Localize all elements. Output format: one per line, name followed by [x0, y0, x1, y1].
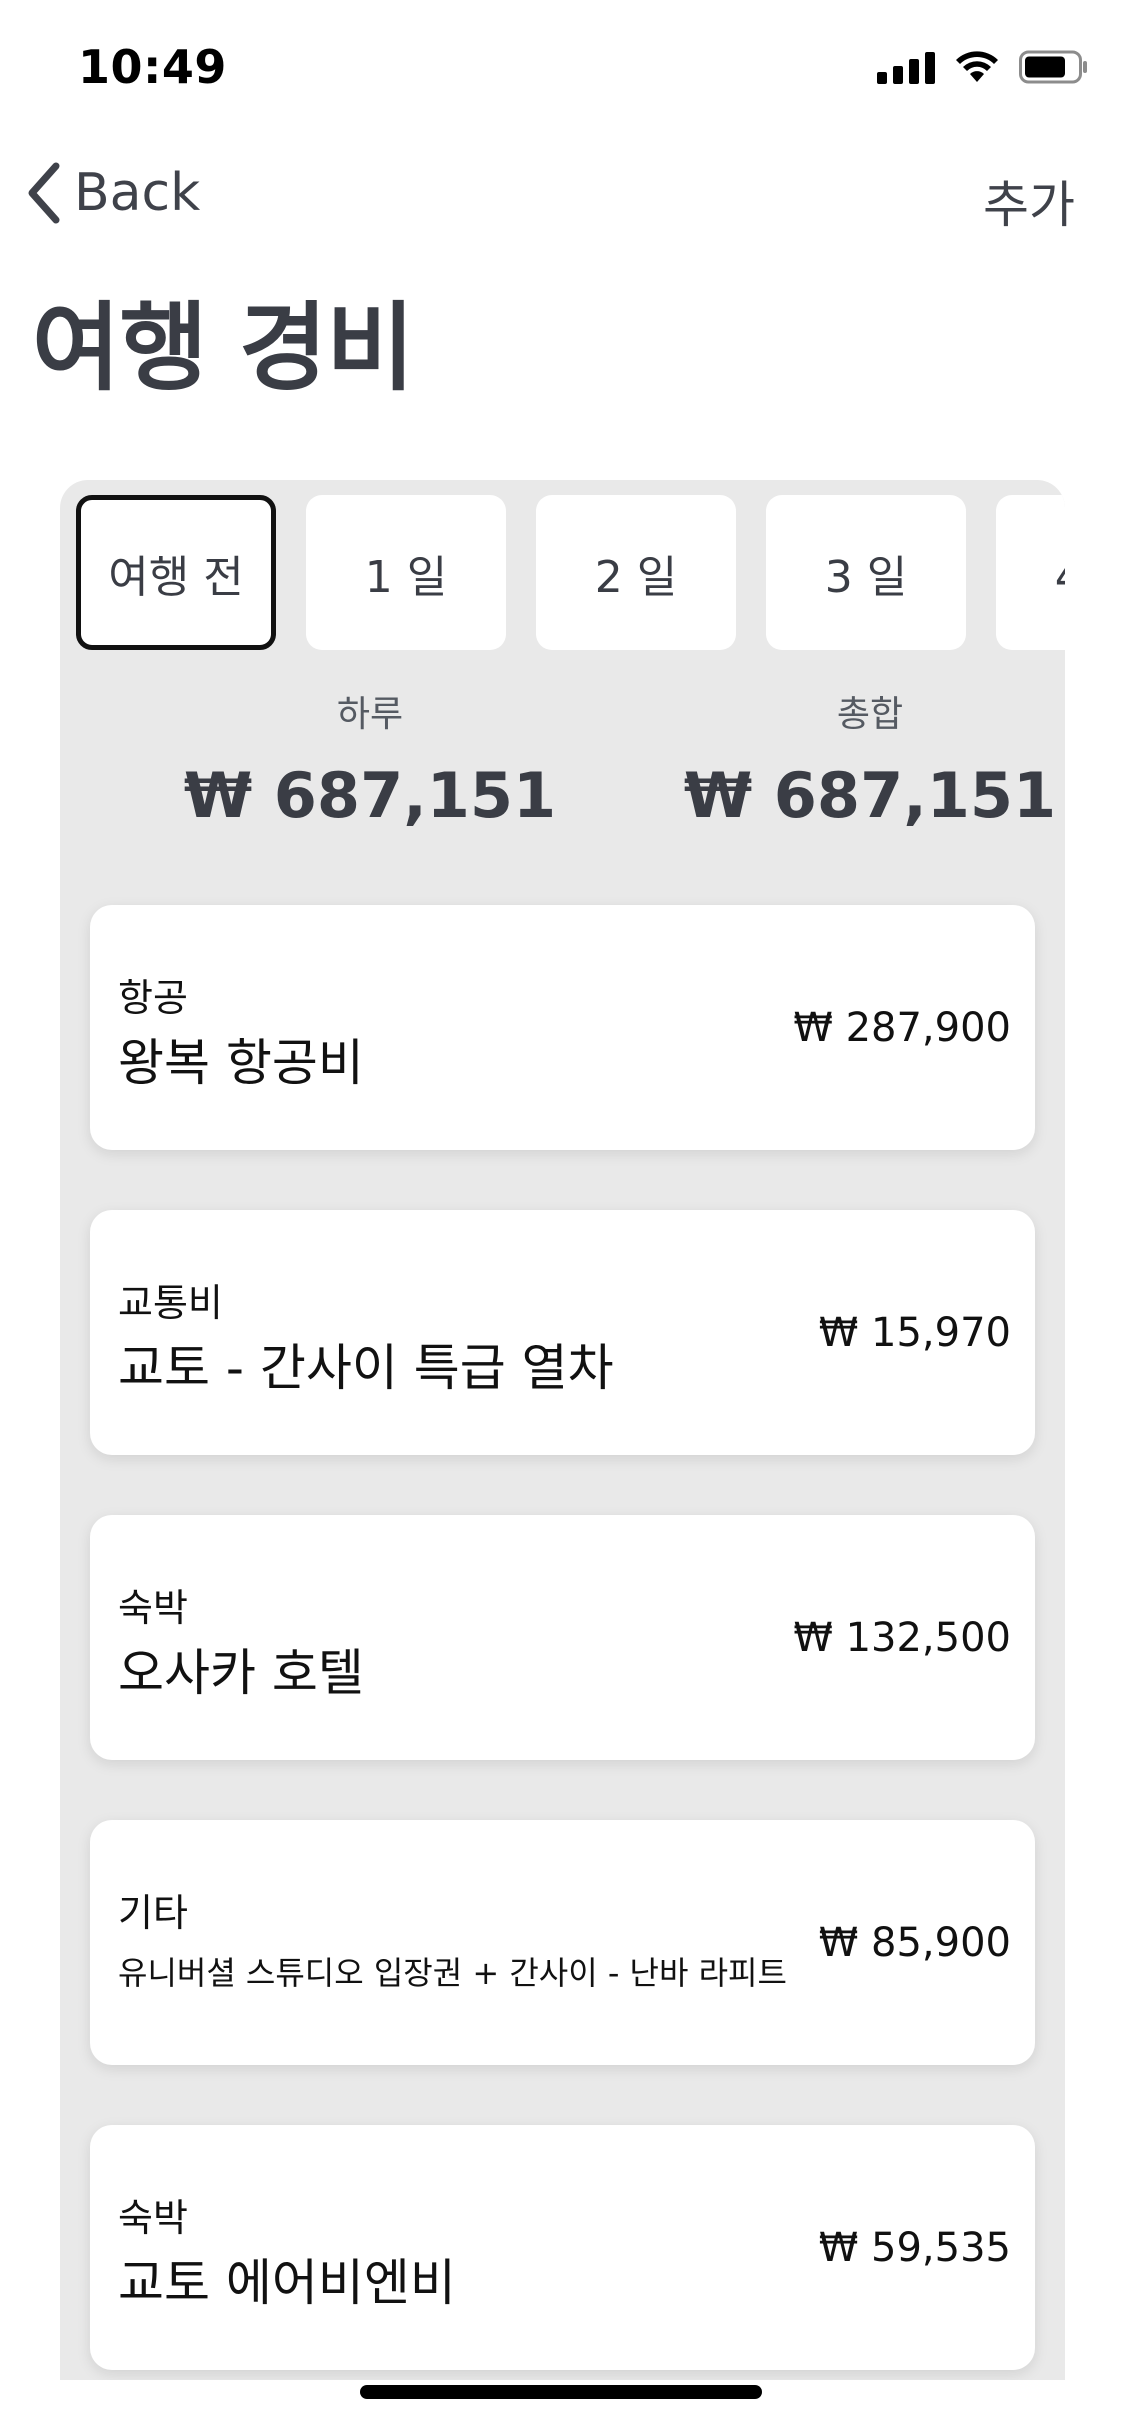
expense-category: 기타: [118, 1891, 188, 1935]
expense-name: 오사카 호텔: [118, 1644, 364, 1702]
expense-amount: ₩ 59,535: [818, 2225, 1011, 2271]
expense-card[interactable]: 교통비 교토 - 간사이 특급 열차 ₩ 15,970: [90, 1210, 1035, 1455]
daily-value: ₩ 687,151: [183, 759, 557, 832]
expense-amount: ₩ 287,900: [793, 1005, 1011, 1051]
status-time: 10:49: [78, 40, 227, 94]
total-value: ₩ 687,151: [683, 759, 1057, 832]
expense-name: 교토 - 간사이 특급 열차: [118, 1339, 614, 1397]
expense-card[interactable]: 숙박 교토 에어비엔비 ₩ 59,535: [90, 2125, 1035, 2370]
chevron-left-icon: [28, 162, 60, 224]
status-bar: 10:49: [0, 0, 1125, 140]
tab-day-1[interactable]: 1 일: [306, 495, 506, 650]
expense-amount: ₩ 85,900: [818, 1920, 1011, 1966]
expense-card[interactable]: 항공 왕복 항공비 ₩ 287,900: [90, 905, 1035, 1150]
expense-card[interactable]: 숙박 오사카 호텔 ₩ 132,500: [90, 1515, 1035, 1760]
home-indicator[interactable]: [360, 2385, 762, 2399]
expense-amount: ₩ 132,500: [793, 1615, 1011, 1661]
tab-day-4[interactable]: 4 일: [996, 495, 1065, 650]
status-icons: [877, 50, 1089, 84]
page-title: 여행 경비: [32, 292, 415, 404]
day-tabs: 여행 전 1 일 2 일 3 일 4 일: [76, 495, 1065, 650]
daily-label: 하루: [336, 694, 404, 735]
expense-category: 교통비: [118, 1281, 223, 1325]
back-button[interactable]: Back: [24, 160, 200, 226]
total-summary: 총합 ₩ 687,151: [660, 685, 1065, 832]
expense-name: 왕복 항공비: [118, 1034, 364, 1092]
tab-day-3[interactable]: 3 일: [766, 495, 966, 650]
expense-amount: ₩ 15,970: [818, 1310, 1011, 1356]
wifi-icon: [955, 50, 999, 84]
add-button[interactable]: 추가: [983, 165, 1075, 237]
expense-category: 숙박: [118, 1586, 188, 1630]
expense-category: 숙박: [118, 2196, 188, 2240]
expense-panel: 여행 전 1 일 2 일 3 일 4 일 하루 ₩ 687,151 총합 ₩ 6…: [60, 480, 1065, 2380]
back-label: Back: [74, 163, 201, 223]
expense-name: 유니버셜 스튜디오 입장권 + 간사이 - 난바 라피트: [118, 1954, 787, 1992]
expense-summary: 하루 ₩ 687,151 총합 ₩ 687,151: [60, 685, 1065, 835]
tab-day-2[interactable]: 2 일: [536, 495, 736, 650]
expense-card[interactable]: 기타 유니버셜 스튜디오 입장권 + 간사이 - 난바 라피트 ₩ 85,900: [90, 1820, 1035, 2065]
expense-name: 교토 에어비엔비: [118, 2254, 456, 2312]
tab-before-trip[interactable]: 여행 전: [76, 495, 276, 650]
battery-icon: [1019, 50, 1089, 84]
cellular-signal-icon: [877, 50, 935, 84]
daily-summary: 하루 ₩ 687,151: [160, 685, 580, 832]
total-label: 총합: [836, 694, 904, 735]
expense-category: 항공: [118, 976, 188, 1020]
